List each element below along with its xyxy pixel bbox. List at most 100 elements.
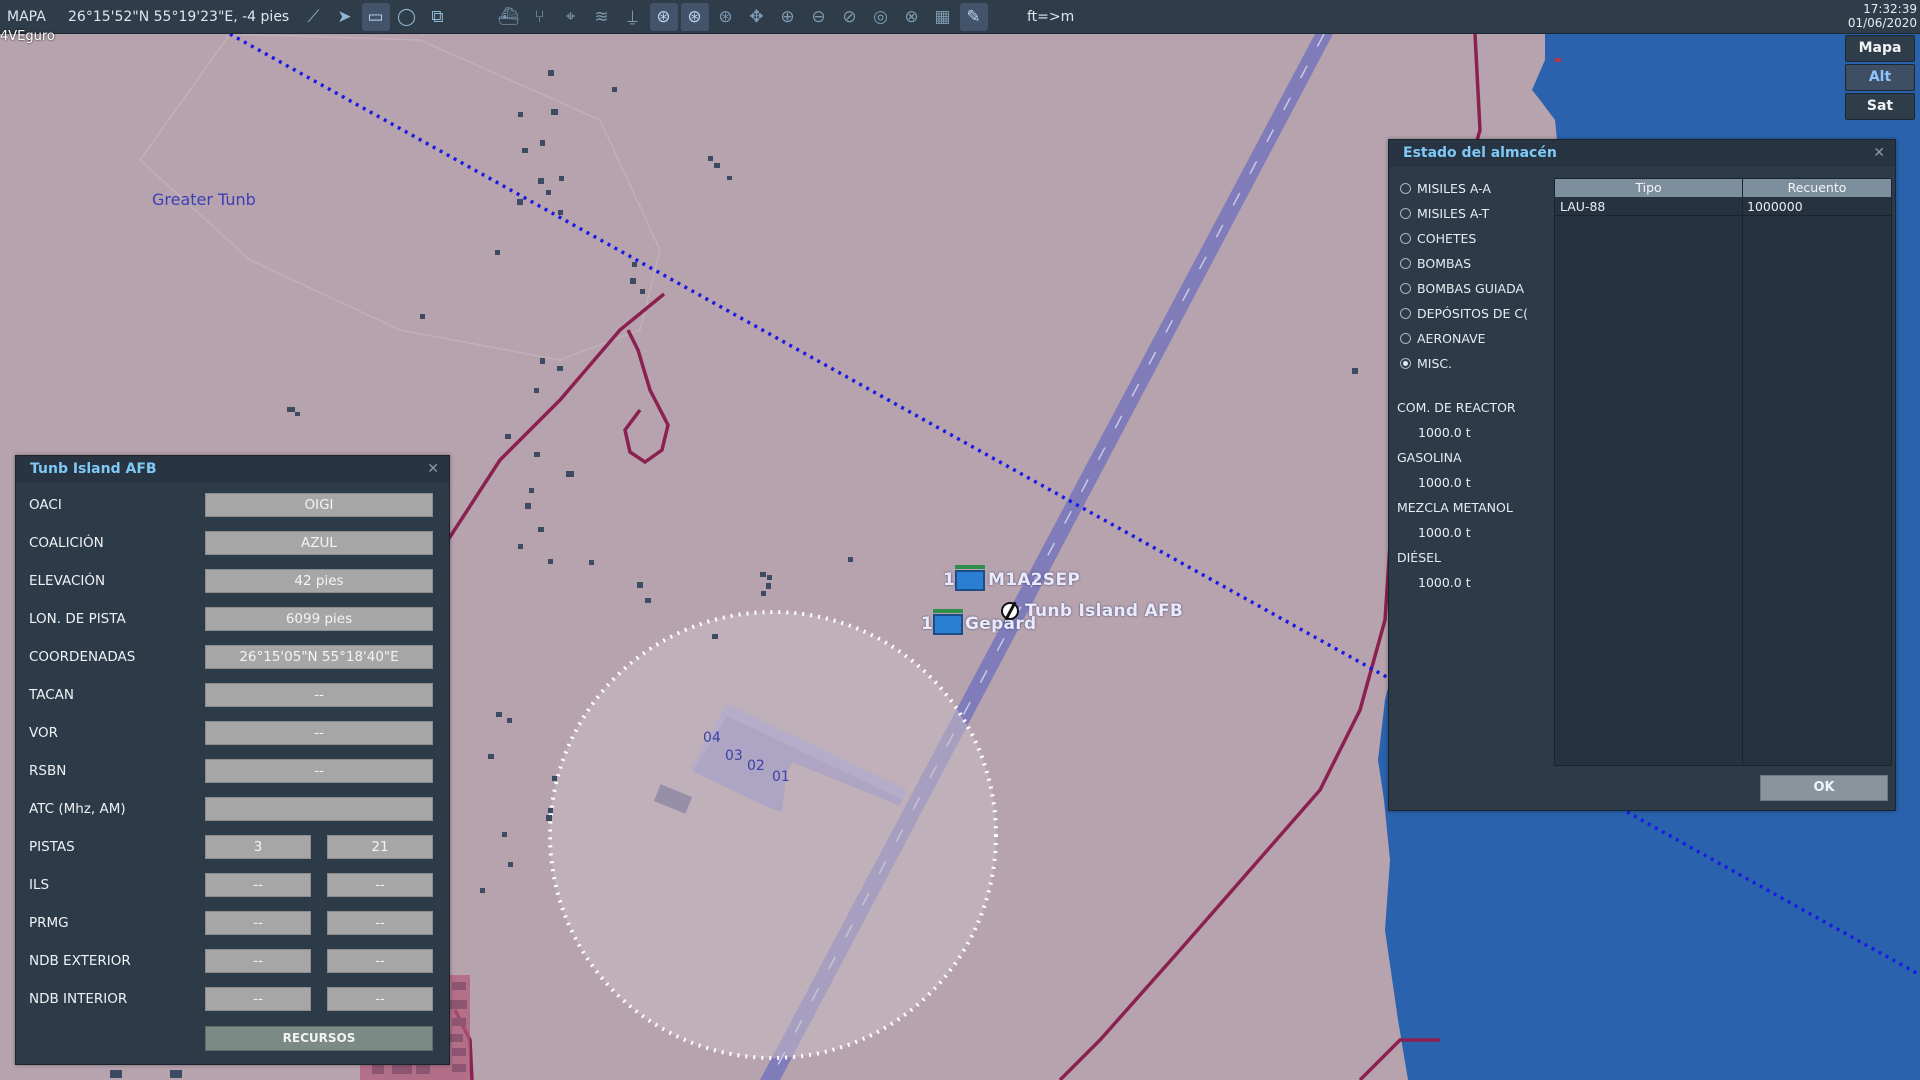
rsbn-field[interactable]: -- [205,759,433,783]
warehouse-panel-title-text: Estado del almacén [1403,145,1557,161]
vor-field[interactable]: -- [205,721,433,745]
unit-label-m1a2sep[interactable]: M1A2SEP [988,570,1080,590]
radio-button-selected[interactable] [1400,357,1411,369]
radar-icon[interactable]: ◎ [867,3,895,31]
unit-select-icon[interactable]: ▭ [361,2,390,31]
pencil-icon[interactable]: ✎ [959,2,988,31]
zoom-region-icon[interactable]: ⊛ [649,2,678,31]
fuel-value-methanol[interactable]: 1000.0 t [1418,525,1471,540]
column-header-count[interactable]: Recuento [1743,179,1891,197]
radio-button[interactable] [1400,257,1411,269]
ndb-inner-1-field[interactable]: -- [205,987,311,1011]
runway-heading-2-field[interactable]: 21 [327,835,433,859]
category-label: MISILES A-T [1417,205,1490,221]
map-type-sat-button[interactable]: Sat [1845,93,1915,120]
category-rockets[interactable]: COHETES [1400,228,1476,248]
zoom-fit-icon[interactable]: ⊘ [836,3,864,31]
field-label: COALICIÓN [29,535,104,551]
pan-icon[interactable]: ✥ [743,3,771,31]
oaci-field[interactable]: OIGI [205,493,433,517]
field-label: VOR [29,725,59,741]
wifi-icon[interactable]: ≋ [588,3,616,31]
corner-label: 4VEguro [0,29,55,44]
field-label: ELEVACIÓN [29,573,106,589]
clock-time: 17:32:39 [1863,2,1917,16]
runway-length-field[interactable]: 6099 pies [205,607,433,631]
fuel-value-diesel[interactable]: 1000.0 t [1418,575,1471,590]
top-toolbar: MAPA 26°15'52"N 55°19'23"E, -4 pies ⟋ ➤ … [0,0,1920,34]
category-missiles-aa[interactable]: MISILES A-A [1400,178,1491,198]
category-guided-bombs[interactable]: BOMBAS GUIADA [1400,278,1524,298]
resources-button[interactable]: RECURSOS [205,1026,433,1051]
coordinates-field[interactable]: 26°15'05"N 55°18'40"E [205,645,433,669]
fuel-value-gasoline[interactable]: 1000.0 t [1418,475,1471,490]
prmg-1-field[interactable]: -- [205,911,311,935]
runway-heading-1-field[interactable]: 3 [205,835,311,859]
map-type-mapa-button[interactable]: Mapa [1845,35,1915,62]
ndb-inner-2-field[interactable]: -- [327,987,433,1011]
field-label: LON. DE PISTA [29,611,126,627]
fuel-value-jet[interactable]: 1000.0 t [1418,425,1471,440]
category-misc[interactable]: MISC. [1400,353,1452,373]
category-missiles-ag[interactable]: MISILES A-T [1400,203,1489,223]
parking-number: 04 [703,730,721,746]
unit-count-m1a2sep: 1 [943,570,955,590]
health-bar [955,565,985,569]
target-icon[interactable]: ⌖ [557,3,585,31]
airbase-panel-title-text: Tunb Island AFB [30,461,157,477]
ok-button[interactable]: OK [1760,775,1888,801]
tank-unit-icon[interactable] [955,565,985,591]
category-bombs[interactable]: BOMBAS [1400,253,1471,273]
radio-button[interactable] [1400,332,1411,344]
tacan-field[interactable]: -- [205,683,433,707]
field-label: RSBN [29,763,67,779]
airbase-row-prmg: PRMG -- -- [0,911,440,937]
fuel-label-methanol: MEZCLA METANOL [1397,500,1513,515]
radio-button[interactable] [1400,207,1411,219]
radio-button[interactable] [1400,282,1411,294]
column-header-type[interactable]: Tipo [1555,179,1742,197]
close-icon[interactable]: ✕ [427,456,439,483]
airbase-icon[interactable] [1001,602,1019,620]
category-label: COHETES [1417,230,1477,246]
ils-1-field[interactable]: -- [205,873,311,897]
aa-gun-unit-icon[interactable] [933,609,963,635]
ils-2-field[interactable]: -- [327,873,433,897]
units-toggle-button[interactable]: ft=>m [1027,9,1074,25]
coalition-field[interactable]: AZUL [205,531,433,555]
ndb-outer-1-field[interactable]: -- [205,949,311,973]
radio-button[interactable] [1400,307,1411,319]
field-label: NDB INTERIOR [29,991,128,1007]
table-row[interactable]: LAU-88 1000000 [1555,197,1891,216]
antenna-icon[interactable]: ⍊ [619,3,647,31]
globe-icon[interactable]: ⊗ [898,3,926,31]
category-fuel-tanks[interactable]: DEPÓSITOS DE C( [1400,303,1528,323]
airbase-row-ils: ILS -- -- [0,873,440,899]
mode-label: MAPA [7,8,46,25]
prmg-2-field[interactable]: -- [327,911,433,935]
zoom-region-third-icon[interactable]: ⊛ [712,3,740,31]
airbase-label[interactable]: Tunb Island AFB [1025,601,1183,621]
field-label: OACI [29,497,62,513]
fuel-label-gasoline: GASOLINA [1397,450,1462,465]
branch-icon[interactable]: ⑂ [526,3,554,31]
airfield-zone [548,610,998,1060]
ndb-outer-2-field[interactable]: -- [327,949,433,973]
layers-icon[interactable]: ⧉ [424,3,452,31]
atc-field[interactable] [205,797,433,821]
close-icon[interactable]: ✕ [1873,140,1885,167]
zoom-out-icon[interactable]: ⊖ [805,3,833,31]
route-icon[interactable]: ⟋ [300,3,328,31]
circle-icon[interactable]: ◯ [393,3,421,31]
radio-button[interactable] [1400,182,1411,194]
map-type-alt-button[interactable]: Alt [1845,64,1915,91]
grid-icon[interactable]: ▦ [929,3,957,31]
radio-button[interactable] [1400,232,1411,244]
zoom-region-alt-icon[interactable]: ⊛ [680,2,709,31]
navigation-icon[interactable]: ➤ [331,3,359,31]
elevation-field[interactable]: 42 pies [205,569,433,593]
unit-count-gepard: 1 [921,614,933,634]
category-aircraft[interactable]: AERONAVE [1400,328,1486,348]
zoom-in-icon[interactable]: ⊕ [774,3,802,31]
ship-icon[interactable]: ⛴ [495,3,523,31]
